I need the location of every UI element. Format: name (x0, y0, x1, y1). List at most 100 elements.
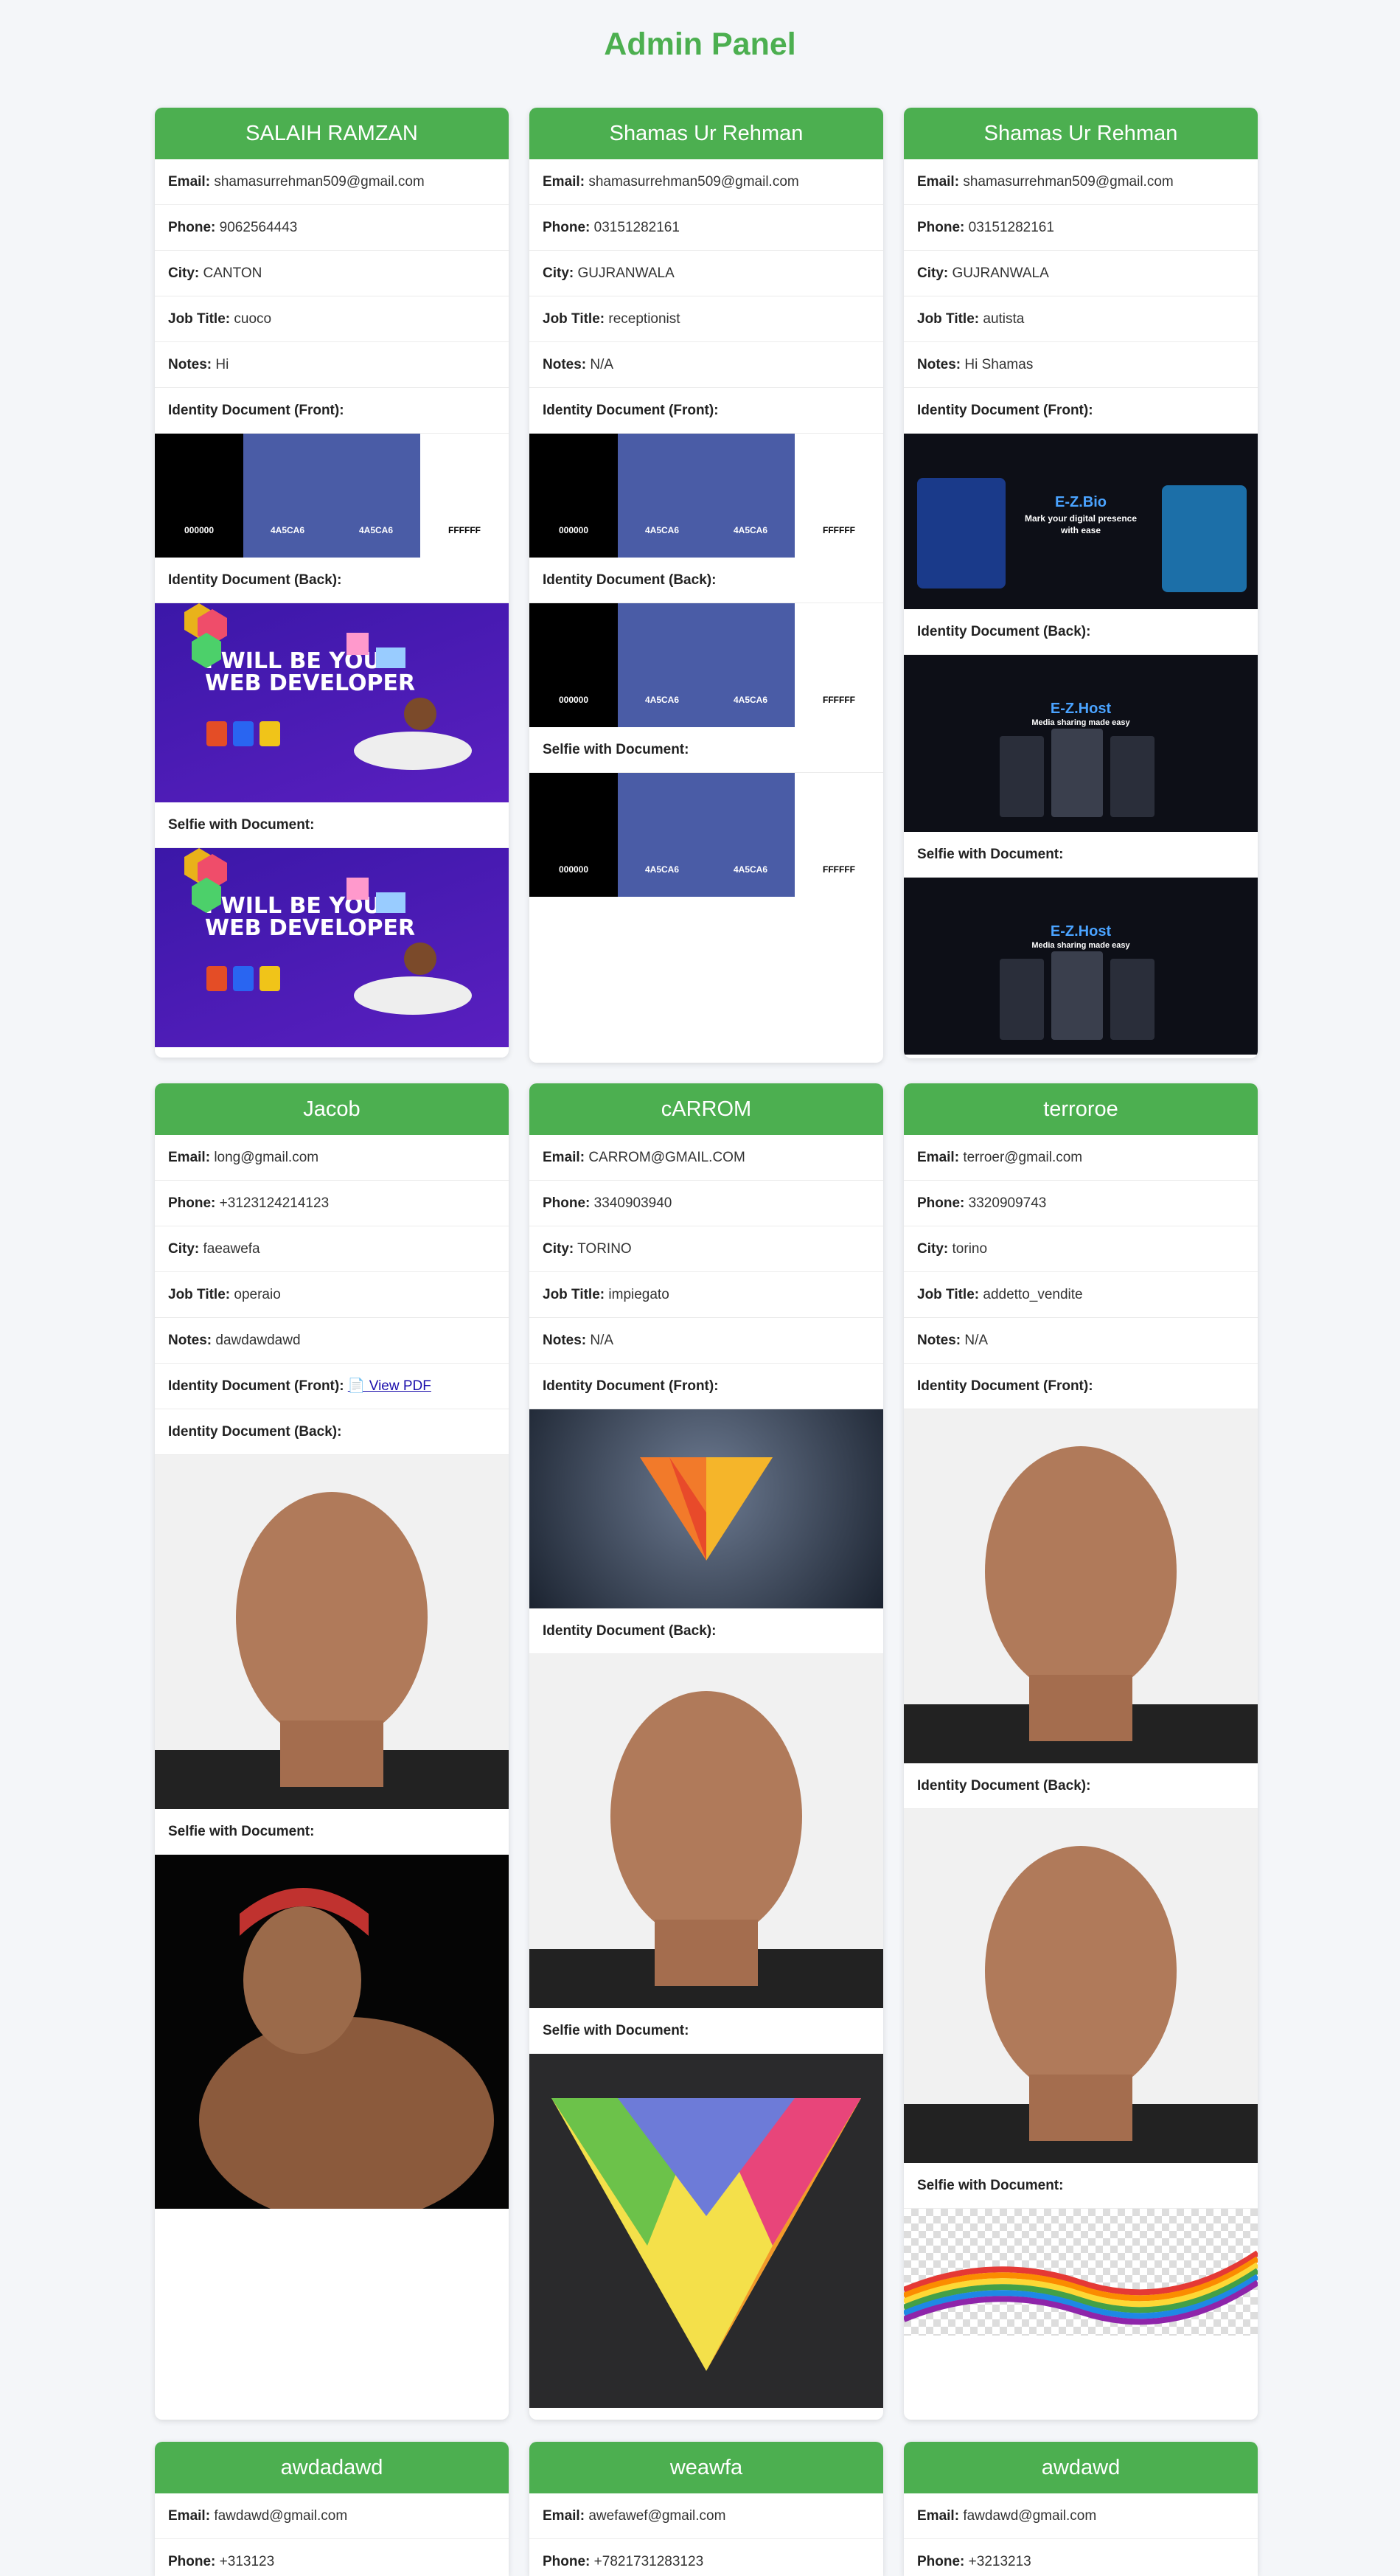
id-back-image[interactable]: E-Z.Host Media sharing made easy (904, 655, 1258, 832)
notes-value: N/A (964, 1333, 989, 1348)
city-row: City: GUJRANWALA (904, 251, 1258, 296)
id-back-image[interactable] (155, 1455, 509, 1809)
id-front-image[interactable] (904, 1409, 1258, 1763)
id-back-label: Identity Document (Back): (155, 558, 509, 603)
user-card: Shamas Ur Rehman Email: shamasurrehman50… (529, 108, 883, 1063)
email-row: Email: terroer@gmail.com (904, 1135, 1258, 1181)
id-front-label: Identity Document (Front): (529, 388, 883, 434)
email-value: terroer@gmail.com (963, 1150, 1083, 1165)
job-title-row: Job Title: cuoco (155, 296, 509, 342)
id-front-label: Identity Document (Front): (904, 1364, 1258, 1409)
user-name: SALAIH RAMZAN (155, 108, 509, 159)
phone-value: 3320909743 (968, 1195, 1047, 1211)
city-value: CANTON (203, 265, 262, 281)
user-name: awdawd (904, 2442, 1258, 2493)
city-value: GUJRANWALA (952, 265, 1049, 281)
notes-value: Hi (215, 357, 229, 372)
phone-row: Phone: +3123124214123 (155, 1181, 509, 1226)
job-title-row: Job Title: receptionist (529, 296, 883, 342)
city-row: City: GUJRANWALA (529, 251, 883, 296)
user-name: Shamas Ur Rehman (529, 108, 883, 159)
notes-value: dawdawdawd (215, 1333, 301, 1348)
email-value: shamasurrehman509@gmail.com (588, 174, 799, 190)
id-back-image[interactable] (529, 1654, 883, 2008)
job-title-value: addetto_vendite (983, 1287, 1083, 1302)
id-back-image[interactable]: 000000 4A5CA6 4A5CA6 FFFFFF (529, 603, 883, 727)
user-name: Jacob (155, 1083, 509, 1135)
city-value: GUJRANWALA (577, 265, 675, 281)
id-back-label: Identity Document (Back): (529, 1608, 883, 1654)
user-name: awdadawd (155, 2442, 509, 2493)
phone-row: Phone: 03151282161 (529, 205, 883, 251)
email-row: Email: shamasurrehman509@gmail.com (155, 159, 509, 205)
selfie-label: Selfie with Document: (529, 2008, 883, 2054)
email-value: shamasurrehman509@gmail.com (963, 174, 1174, 190)
selfie-label: Selfie with Document: (155, 1809, 509, 1855)
id-back-label: Identity Document (Back): (904, 609, 1258, 655)
id-back-image[interactable]: I WILL BE YOUR WEB DEVELOPER (155, 603, 509, 802)
city-value: torino (952, 1241, 988, 1257)
email-row: Email: awefawef@gmail.com (529, 2493, 883, 2539)
user-name: terroroe (904, 1083, 1258, 1135)
email-row: Email: fawdawd@gmail.com (155, 2493, 509, 2539)
phone-row: Phone: 03151282161 (904, 205, 1258, 251)
phone-row: Phone: 3320909743 (904, 1181, 1258, 1226)
page-title: Admin Panel (604, 27, 796, 62)
selfie-image[interactable]: E-Z.Host Media sharing made easy (904, 878, 1258, 1055)
selfie-image[interactable] (904, 2209, 1258, 2336)
id-front-image[interactable]: 000000 4A5CA6 4A5CA6 FFFFFF (529, 434, 883, 558)
selfie-image[interactable] (155, 1855, 509, 2209)
user-card: cARROM Email: CARROM@GMAIL.COM Phone: 33… (529, 1083, 883, 2420)
phone-value: 9062564443 (219, 220, 298, 235)
job-title-value: autista (983, 311, 1025, 327)
email-row: Email: long@gmail.com (155, 1135, 509, 1181)
id-front-label: Identity Document (Front): (904, 388, 1258, 434)
user-name: weawfa (529, 2442, 883, 2493)
notes-row: Notes: N/A (529, 342, 883, 388)
id-back-label: Identity Document (Back): (155, 1409, 509, 1455)
email-row: Email: fawdawd@gmail.com (904, 2493, 1258, 2539)
notes-row: Notes: Hi (155, 342, 509, 388)
user-name: Shamas Ur Rehman (904, 108, 1258, 159)
phone-value: 3340903940 (593, 1195, 672, 1211)
job-title-row: Job Title: impiegato (529, 1272, 883, 1318)
email-row: Email: CARROM@GMAIL.COM (529, 1135, 883, 1181)
job-title-value: receptionist (608, 311, 680, 327)
email-value: long@gmail.com (214, 1150, 319, 1165)
selfie-image[interactable]: 000000 4A5CA6 4A5CA6 FFFFFF (529, 773, 883, 897)
email-value: shamasurrehman509@gmail.com (214, 174, 425, 190)
phone-row: Phone: +3213213 (904, 2539, 1258, 2576)
id-back-image[interactable] (904, 1809, 1258, 2163)
user-card: Shamas Ur Rehman Email: shamasurrehman50… (904, 108, 1258, 1058)
id-front-image[interactable]: 000000 4A5CA6 4A5CA6 FFFFFF (155, 434, 509, 558)
city-value: faeawefa (203, 1241, 260, 1257)
selfie-image[interactable]: I WILL BE YOUR WEB DEVELOPER (155, 848, 509, 1047)
email-value: CARROM@GMAIL.COM (588, 1150, 745, 1165)
selfie-image[interactable] (529, 2054, 883, 2408)
email-row: Email: shamasurrehman509@gmail.com (529, 159, 883, 205)
id-back-label: Identity Document (Back): (904, 1763, 1258, 1809)
view-pdf-link[interactable]: 📄 View PDF (348, 1378, 431, 1394)
job-title-value: cuoco (234, 311, 272, 327)
user-card: Jacob Email: long@gmail.com Phone: +3123… (155, 1083, 509, 2420)
job-title-row: Job Title: addetto_vendite (904, 1272, 1258, 1318)
city-row: City: TORINO (529, 1226, 883, 1272)
city-value: TORINO (577, 1241, 632, 1257)
phone-value: +313123 (219, 2554, 275, 2569)
id-back-label: Identity Document (Back): (529, 558, 883, 603)
id-front-image[interactable]: E-Z.Bio Mark your digital presence with … (904, 434, 1258, 609)
id-front-label: Identity Document (Front): (529, 1364, 883, 1409)
user-card: awdadawd Email: fawdawd@gmail.com Phone:… (155, 2442, 509, 2576)
phone-row: Phone: +7821731283123 (529, 2539, 883, 2576)
job-title-value: operaio (234, 1287, 281, 1302)
id-front-image[interactable] (529, 1409, 883, 1608)
phone-value: 03151282161 (968, 220, 1054, 235)
job-title-row: Job Title: autista (904, 296, 1258, 342)
email-value: awefawef@gmail.com (588, 2508, 726, 2524)
notes-row: Notes: N/A (529, 1318, 883, 1364)
user-card: SALAIH RAMZAN Email: shamasurrehman509@g… (155, 108, 509, 1058)
notes-value: Hi Shamas (964, 357, 1034, 372)
phone-row: Phone: 3340903940 (529, 1181, 883, 1226)
phone-row: Phone: +313123 (155, 2539, 509, 2576)
city-row: City: torino (904, 1226, 1258, 1272)
